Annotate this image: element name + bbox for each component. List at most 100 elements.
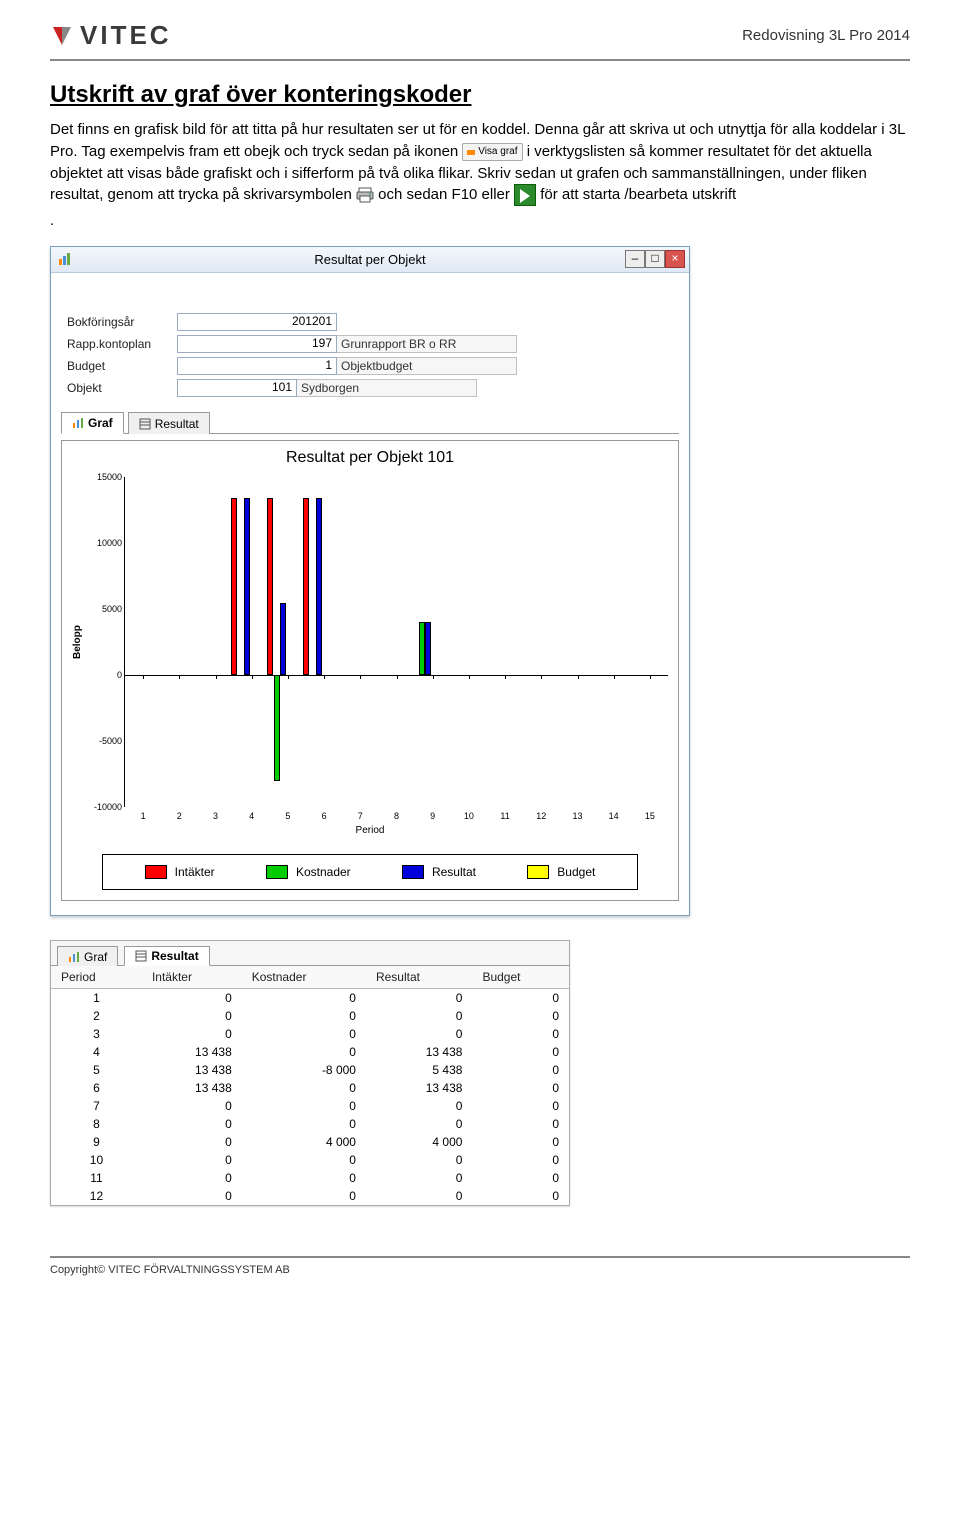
form-row: Budget1Objektbudget [67, 355, 673, 377]
table-cell: 0 [472, 1097, 569, 1115]
field-label: Bokföringsår [67, 315, 177, 329]
table-cell: 0 [366, 989, 472, 1008]
field-description: Sydborgen [297, 379, 477, 397]
tabstrip: Graf Resultat [61, 411, 679, 434]
table-cell: 11 [51, 1169, 142, 1187]
bar-resultat [425, 622, 431, 675]
table-row: 20000 [51, 1007, 569, 1025]
legend-item: Resultat [402, 865, 476, 879]
table-cell: 0 [142, 1133, 242, 1151]
table-cell: 0 [142, 1187, 242, 1205]
table-row: 100000 [51, 1151, 569, 1169]
table-cell: 13 438 [366, 1043, 472, 1061]
copyright-text: Copyright© VITEC FÖRVALTNINGSSYSTEM AB [50, 1264, 290, 1276]
logo-icon [50, 24, 74, 48]
x-tick: 7 [358, 811, 363, 821]
column-header: Period [51, 966, 142, 989]
x-tick: 5 [285, 811, 290, 821]
column-header: Kostnader [242, 966, 366, 989]
table-cell: 1 [51, 989, 142, 1008]
body-paragraph-end: . [50, 210, 910, 232]
bar-chart-icon [68, 951, 80, 963]
table-cell: 10 [51, 1151, 142, 1169]
legend-swatch [266, 865, 288, 879]
run-arrow-icon [514, 184, 536, 206]
table-cell: 0 [242, 1025, 366, 1043]
visa-graf-toolbar-icon: Visa graf [462, 143, 522, 162]
x-tick: 11 [500, 811, 509, 821]
x-tick: 6 [322, 811, 327, 821]
field-description: Objektbudget [337, 357, 517, 375]
table-cell: 3 [51, 1025, 142, 1043]
x-tick: 1 [141, 811, 146, 821]
body-paragraph: Det finns en grafisk bild för att titta … [50, 119, 910, 206]
field-value[interactable]: 197 [177, 335, 337, 353]
table-cell: 2 [51, 1007, 142, 1025]
bar-resultat [316, 498, 322, 675]
table-cell: 13 438 [142, 1079, 242, 1097]
table-row: 30000 [51, 1025, 569, 1043]
table-icon [135, 950, 147, 962]
table-row: 10000 [51, 989, 569, 1008]
table-cell: 13 438 [142, 1061, 242, 1079]
form-panel: Bokföringsår201201Rapp.kontoplan197Grunr… [51, 273, 689, 405]
table-cell: 8 [51, 1115, 142, 1133]
table-row: 413 438013 4380 [51, 1043, 569, 1061]
y-tick: -10000 [94, 802, 122, 812]
section-heading: Utskrift av graf över konteringskoder [50, 81, 910, 109]
table-cell: 0 [472, 1133, 569, 1151]
table-cell: 0 [472, 989, 569, 1008]
chart-icon [467, 147, 475, 155]
plot-area: 123456789101112131415 [124, 477, 668, 807]
x-tick: 10 [464, 811, 474, 821]
minimize-button[interactable]: – [625, 250, 645, 268]
text-part: och sedan F10 eller [378, 186, 514, 203]
x-tick: 12 [536, 811, 546, 821]
table-cell: 0 [366, 1007, 472, 1025]
table-cell: 6 [51, 1079, 142, 1097]
table-cell: 4 [51, 1043, 142, 1061]
legend-item: Budget [527, 865, 595, 879]
maximize-button[interactable]: □ [645, 250, 665, 268]
brand-logo: VITEC [50, 20, 172, 51]
table-cell: 0 [242, 1151, 366, 1169]
y-axis: -10000-5000050001000015000 [88, 477, 124, 807]
tab-graf-2[interactable]: Graf [57, 946, 118, 966]
field-value[interactable]: 101 [177, 379, 297, 397]
field-description: Grunrapport BR o RR [337, 335, 517, 353]
result-table: PeriodIntäkterKostnaderResultatBudget 10… [51, 966, 569, 1205]
field-value[interactable]: 1 [177, 357, 337, 375]
result-tabstrip: Graf Resultat [51, 941, 569, 966]
table-cell: 9 [51, 1133, 142, 1151]
close-button[interactable]: × [665, 250, 685, 268]
table-cell: 0 [142, 989, 242, 1008]
table-cell: 0 [472, 1043, 569, 1061]
legend-item: Intäkter [145, 865, 215, 879]
table-cell: 13 438 [142, 1043, 242, 1061]
legend-swatch [145, 865, 167, 879]
table-cell: 4 000 [366, 1133, 472, 1151]
table-cell: 0 [472, 1169, 569, 1187]
form-row: Objekt101Sydborgen [67, 377, 673, 399]
tab-resultat[interactable]: Resultat [128, 412, 210, 434]
form-row: Bokföringsår201201 [67, 311, 673, 333]
page-footer: Copyright© VITEC FÖRVALTNINGSSYSTEM AB [50, 1256, 910, 1276]
table-cell: 0 [472, 1079, 569, 1097]
tab-graf[interactable]: Graf [61, 412, 124, 434]
bar-chart-icon [72, 417, 84, 429]
table-cell: 0 [242, 1115, 366, 1133]
table-cell: 0 [142, 1025, 242, 1043]
y-tick: -5000 [99, 736, 122, 746]
column-header: Resultat [366, 966, 472, 989]
table-cell: 0 [472, 1025, 569, 1043]
table-row: 904 0004 0000 [51, 1133, 569, 1151]
table-cell: 0 [142, 1151, 242, 1169]
x-tick: 8 [394, 811, 399, 821]
x-tick: 4 [249, 811, 254, 821]
printer-icon [356, 187, 374, 203]
field-value[interactable]: 201201 [177, 313, 337, 331]
table-cell: 0 [242, 989, 366, 1008]
tab-resultat-2[interactable]: Resultat [124, 946, 209, 966]
table-cell: 0 [366, 1115, 472, 1133]
table-cell: 0 [472, 1007, 569, 1025]
